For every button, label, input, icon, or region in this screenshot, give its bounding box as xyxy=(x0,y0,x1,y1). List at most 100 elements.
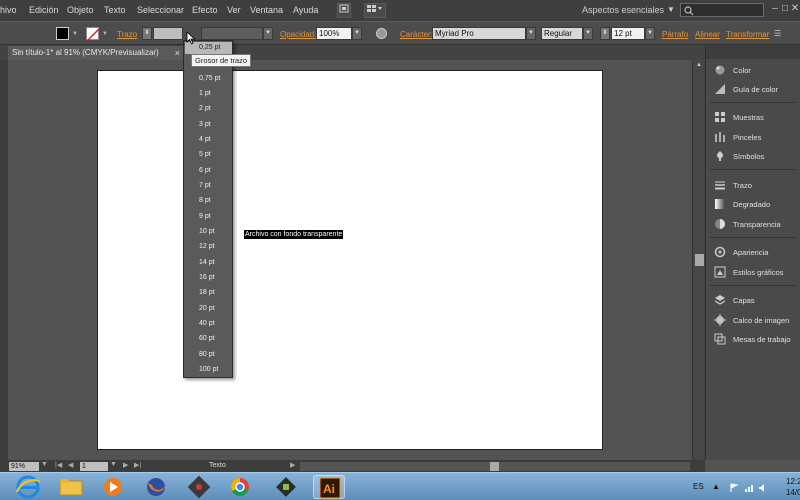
paragraph-label[interactable]: Párrafo xyxy=(662,30,688,39)
menu-efecto[interactable]: Efecto xyxy=(192,5,218,15)
profile-dropdown[interactable]: ▼ xyxy=(263,27,273,40)
dock-header[interactable] xyxy=(706,45,800,59)
status-menu-arrow[interactable]: ▶ xyxy=(290,461,295,469)
stroke-option[interactable]: 1 pt xyxy=(199,90,211,97)
tray-arrow-icon[interactable]: ▲ xyxy=(712,482,720,491)
stroke-option[interactable]: 0,75 pt xyxy=(199,75,220,82)
stroke-option[interactable]: 7 pt xyxy=(199,182,211,189)
stroke-dropdown-arrow[interactable]: ▼ xyxy=(102,31,108,37)
variable-width-profile[interactable] xyxy=(201,27,263,40)
panel-color[interactable]: Color xyxy=(710,62,798,80)
first-artboard-icon[interactable]: |◀ xyxy=(55,461,62,469)
stroke-option[interactable]: 9 pt xyxy=(199,213,211,220)
opacity-field[interactable]: 100% xyxy=(316,27,352,40)
clock-time[interactable]: 12:2 xyxy=(786,477,800,486)
menu-ver[interactable]: Ver xyxy=(227,5,241,15)
align-label[interactable]: Alinear xyxy=(695,30,720,39)
stroke-option[interactable]: 3 pt xyxy=(199,121,211,128)
artboard-number-field[interactable]: 1 xyxy=(80,462,108,471)
app-button-1[interactable] xyxy=(183,475,215,499)
zoom-dropdown[interactable]: ▼ xyxy=(41,461,48,468)
stroke-color-swatch[interactable] xyxy=(86,27,100,41)
panel-graphic-styles[interactable]: Estilos gráficos xyxy=(710,264,798,282)
stroke-option[interactable]: 6 pt xyxy=(199,167,211,174)
stroke-option[interactable]: 8 pt xyxy=(199,197,211,204)
clock-date[interactable]: 14/0 xyxy=(786,488,800,497)
vertical-scroll-thumb[interactable] xyxy=(695,254,704,266)
chevron-down-icon[interactable]: ▼ xyxy=(667,5,675,14)
stroke-weight-stepper[interactable]: ⬍ xyxy=(142,27,152,40)
font-size-dropdown[interactable]: ▼ xyxy=(645,27,655,40)
prev-artboard-icon[interactable]: ◀ xyxy=(68,461,73,469)
opacity-dropdown[interactable]: ▼ xyxy=(352,27,362,40)
stroke-option[interactable]: 12 pt xyxy=(199,243,215,250)
recolor-artwork-icon[interactable] xyxy=(376,28,387,39)
flag-icon[interactable] xyxy=(729,483,739,493)
zoom-field[interactable]: 91% xyxy=(9,462,39,471)
firefox-button[interactable] xyxy=(140,475,172,499)
horizontal-scroll-thumb[interactable] xyxy=(490,462,499,471)
stroke-option[interactable]: 4 pt xyxy=(199,136,211,143)
illustrator-button[interactable]: Ai xyxy=(313,475,345,499)
menu-objeto[interactable]: Objeto xyxy=(67,5,94,15)
media-player-button[interactable] xyxy=(97,475,129,499)
horizontal-scrollbar[interactable] xyxy=(300,462,690,471)
menu-archivo[interactable]: hivo xyxy=(0,5,17,15)
app-button-2[interactable] xyxy=(270,475,302,499)
stroke-option[interactable]: 20 pt xyxy=(199,305,215,312)
network-icon[interactable] xyxy=(744,483,754,493)
artboard[interactable] xyxy=(97,70,603,450)
stroke-option[interactable]: 2 pt xyxy=(199,105,211,112)
menu-ayuda[interactable]: Ayuda xyxy=(293,5,318,15)
bridge-button[interactable] xyxy=(337,3,351,18)
stroke-weight-field[interactable] xyxy=(153,27,183,40)
stroke-label[interactable]: Trazo xyxy=(117,30,137,39)
font-size-stepper[interactable]: ⬍ xyxy=(600,27,610,40)
opacity-label[interactable]: Opacidad: xyxy=(280,30,316,39)
selected-text-object[interactable]: Archivo con fondo transparente xyxy=(244,230,344,239)
close-button[interactable]: ✕ xyxy=(789,3,800,15)
panel-artboards[interactable]: Mesas de trabajo xyxy=(710,331,798,349)
panel-color-guide[interactable]: Guía de color xyxy=(710,81,798,99)
last-artboard-icon[interactable]: ▶| xyxy=(134,461,141,469)
font-style-dropdown[interactable]: ▼ xyxy=(583,27,593,40)
control-menu-icon[interactable]: ☰ xyxy=(774,29,781,38)
workspace-switcher[interactable]: Aspectos esenciales xyxy=(582,5,664,15)
scroll-up-icon[interactable]: ▲ xyxy=(696,62,702,68)
language-indicator[interactable]: ES xyxy=(693,482,704,491)
panel-stroke[interactable]: Trazo xyxy=(710,177,798,195)
panel-image-trace[interactable]: Calco de imagen xyxy=(710,312,798,330)
stroke-option[interactable]: 80 pt xyxy=(199,351,215,358)
artboard-dropdown[interactable]: ▼ xyxy=(110,461,117,468)
menu-seleccionar[interactable]: Seleccionar xyxy=(137,5,184,15)
font-family-dropdown[interactable]: ▼ xyxy=(526,27,536,40)
fill-color-swatch[interactable] xyxy=(56,27,69,40)
stroke-option[interactable]: 60 pt xyxy=(199,335,215,342)
stroke-option[interactable]: 16 pt xyxy=(199,274,215,281)
character-label[interactable]: Carácter: xyxy=(400,30,433,39)
panel-symbols[interactable]: Símbolos xyxy=(710,148,798,166)
panel-transparency[interactable]: Transparencia xyxy=(710,216,798,234)
panel-swatches[interactable]: Muestras xyxy=(710,109,798,127)
stroke-option[interactable]: 10 pt xyxy=(199,228,215,235)
panel-gradient[interactable]: Degradado xyxy=(710,196,798,214)
panel-layers[interactable]: Capas xyxy=(710,292,798,310)
font-family-field[interactable]: Myriad Pro xyxy=(432,27,526,40)
stroke-option[interactable]: 40 pt xyxy=(199,320,215,327)
stroke-option[interactable]: 14 pt xyxy=(199,259,215,266)
document-tab[interactable]: Sin título-1* al 91% (CMYK/Previsualizar… xyxy=(8,46,183,60)
stroke-option[interactable]: 100 pt xyxy=(199,366,218,373)
next-artboard-icon[interactable]: ▶ xyxy=(123,461,128,469)
transform-label[interactable]: Transformar xyxy=(726,30,769,39)
chrome-button[interactable] xyxy=(224,475,256,499)
font-size-field[interactable]: 12 pt xyxy=(611,27,645,40)
panel-appearance[interactable]: Apariencia xyxy=(710,244,798,262)
internet-explorer-icon[interactable] xyxy=(14,474,42,500)
arrange-documents-button[interactable] xyxy=(364,3,386,18)
volume-icon[interactable] xyxy=(758,483,768,493)
file-explorer-button[interactable] xyxy=(55,475,87,499)
current-tool-status[interactable]: Texto xyxy=(209,462,226,469)
font-style-field[interactable]: Regular xyxy=(541,27,583,40)
panel-brushes[interactable]: Pinceles xyxy=(710,129,798,147)
vertical-scrollbar[interactable]: ▲ xyxy=(692,60,705,460)
